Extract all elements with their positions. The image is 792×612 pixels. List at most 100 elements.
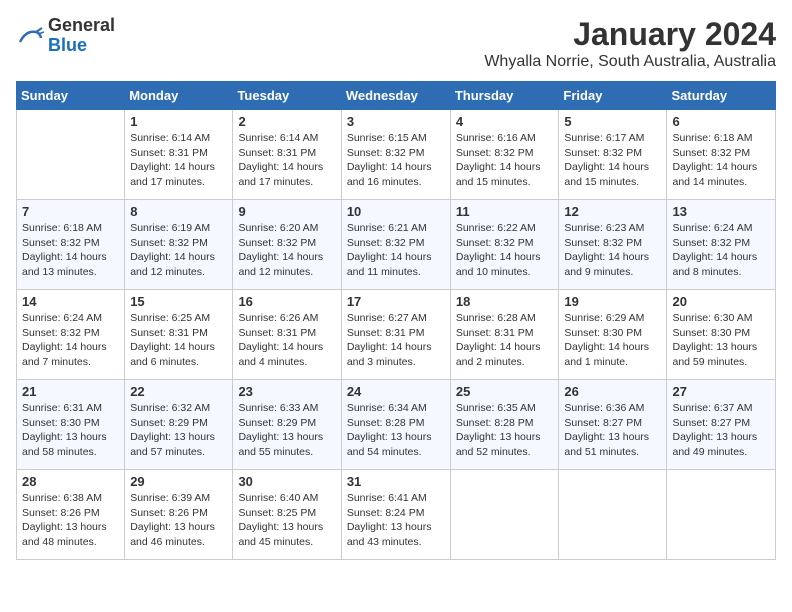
day-number: 3 bbox=[347, 114, 445, 129]
header-cell-saturday: Saturday bbox=[667, 82, 776, 110]
day-number: 10 bbox=[347, 204, 445, 219]
day-number: 22 bbox=[130, 384, 227, 399]
logo-blue: Blue bbox=[48, 36, 115, 56]
day-number: 23 bbox=[238, 384, 335, 399]
day-number: 14 bbox=[22, 294, 119, 309]
day-number: 24 bbox=[347, 384, 445, 399]
day-info: Sunrise: 6:15 AMSunset: 8:32 PMDaylight:… bbox=[347, 131, 445, 190]
day-info: Sunrise: 6:18 AMSunset: 8:32 PMDaylight:… bbox=[22, 221, 119, 280]
header-row: SundayMondayTuesdayWednesdayThursdayFrid… bbox=[17, 82, 776, 110]
day-info: Sunrise: 6:36 AMSunset: 8:27 PMDaylight:… bbox=[564, 401, 661, 460]
month-title: January 2024 bbox=[484, 16, 776, 53]
day-cell: 25Sunrise: 6:35 AMSunset: 8:28 PMDayligh… bbox=[450, 380, 559, 470]
day-info: Sunrise: 6:30 AMSunset: 8:30 PMDaylight:… bbox=[672, 311, 770, 370]
header-cell-thursday: Thursday bbox=[450, 82, 559, 110]
day-cell: 9Sunrise: 6:20 AMSunset: 8:32 PMDaylight… bbox=[233, 200, 341, 290]
header-cell-friday: Friday bbox=[559, 82, 667, 110]
day-cell bbox=[17, 110, 125, 200]
header: General Blue January 2024 Whyalla Norrie… bbox=[16, 16, 776, 71]
day-number: 9 bbox=[238, 204, 335, 219]
day-cell: 2 Sunrise: 6:14 AMSunset: 8:31 PMDaylight… bbox=[233, 110, 341, 200]
location-title: Whyalla Norrie, South Australia, Austral… bbox=[484, 53, 776, 71]
day-info: Sunrise: 6:32 AMSunset: 8:29 PMDaylight:… bbox=[130, 401, 227, 460]
logo-text: General Blue bbox=[48, 16, 115, 56]
day-number: 18 bbox=[456, 294, 554, 309]
day-info: Sunrise: 6:17 AMSunset: 8:32 PMDaylight:… bbox=[564, 131, 661, 190]
day-info: Sunrise: 6:18 AMSunset: 8:32 PMDaylight:… bbox=[672, 131, 770, 190]
day-number: 8 bbox=[130, 204, 227, 219]
day-number: 29 bbox=[130, 474, 227, 489]
day-number: 13 bbox=[672, 204, 770, 219]
day-info: Sunrise: 6:22 AMSunset: 8:32 PMDaylight:… bbox=[456, 221, 554, 280]
day-info: Sunrise: 6:14 AMSunset: 8:31 PMDaylight:… bbox=[238, 131, 335, 190]
day-cell: 30Sunrise: 6:40 AMSunset: 8:25 PMDayligh… bbox=[233, 470, 341, 560]
day-number: 21 bbox=[22, 384, 119, 399]
day-info: Sunrise: 6:24 AMSunset: 8:32 PMDaylight:… bbox=[672, 221, 770, 280]
day-info: Sunrise: 6:31 AMSunset: 8:30 PMDaylight:… bbox=[22, 401, 119, 460]
day-number: 31 bbox=[347, 474, 445, 489]
day-cell: 15Sunrise: 6:25 AMSunset: 8:31 PMDayligh… bbox=[125, 290, 233, 380]
logo-icon bbox=[16, 22, 44, 50]
day-cell: 27 Sunrise: 6:37 AMSunset: 8:27 PMDayligh… bbox=[667, 380, 776, 470]
day-info: Sunrise: 6:26 AMSunset: 8:31 PMDaylight:… bbox=[238, 311, 335, 370]
day-number: 27 bbox=[672, 384, 770, 399]
day-cell: 1 Sunrise: 6:14 AMSunset: 8:31 PMDaylight… bbox=[125, 110, 233, 200]
logo: General Blue bbox=[16, 16, 115, 56]
week-row-4: 21 Sunrise: 6:31 AMSunset: 8:30 PMDayligh… bbox=[17, 380, 776, 470]
day-cell: 24Sunrise: 6:34 AMSunset: 8:28 PMDayligh… bbox=[341, 380, 450, 470]
day-info: Sunrise: 6:29 AMSunset: 8:30 PMDaylight:… bbox=[564, 311, 661, 370]
day-number: 5 bbox=[564, 114, 661, 129]
day-info: Sunrise: 6:41 AMSunset: 8:24 PMDaylight:… bbox=[347, 491, 445, 550]
day-number: 6 bbox=[672, 114, 770, 129]
day-cell bbox=[559, 470, 667, 560]
day-info: Sunrise: 6:28 AMSunset: 8:31 PMDaylight:… bbox=[456, 311, 554, 370]
day-number: 28 bbox=[22, 474, 119, 489]
header-cell-tuesday: Tuesday bbox=[233, 82, 341, 110]
day-info: Sunrise: 6:19 AMSunset: 8:32 PMDaylight:… bbox=[130, 221, 227, 280]
day-cell: 13 Sunrise: 6:24 AMSunset: 8:32 PMDayligh… bbox=[667, 200, 776, 290]
day-number: 7 bbox=[22, 204, 119, 219]
day-info: Sunrise: 6:14 AMSunset: 8:31 PMDaylight:… bbox=[130, 131, 227, 190]
day-number: 19 bbox=[564, 294, 661, 309]
week-row-1: 1 Sunrise: 6:14 AMSunset: 8:31 PMDaylight… bbox=[17, 110, 776, 200]
day-cell: 21 Sunrise: 6:31 AMSunset: 8:30 PMDayligh… bbox=[17, 380, 125, 470]
day-info: Sunrise: 6:37 AMSunset: 8:27 PMDaylight:… bbox=[672, 401, 770, 460]
day-number: 11 bbox=[456, 204, 554, 219]
day-info: Sunrise: 6:23 AMSunset: 8:32 PMDaylight:… bbox=[564, 221, 661, 280]
calendar-table: SundayMondayTuesdayWednesdayThursdayFrid… bbox=[16, 81, 776, 560]
day-cell: 8 Sunrise: 6:19 AMSunset: 8:32 PMDaylight… bbox=[125, 200, 233, 290]
header-cell-monday: Monday bbox=[125, 82, 233, 110]
day-number: 20 bbox=[672, 294, 770, 309]
week-row-3: 14Sunrise: 6:24 AMSunset: 8:32 PMDayligh… bbox=[17, 290, 776, 380]
week-row-2: 7 Sunrise: 6:18 AMSunset: 8:32 PMDaylight… bbox=[17, 200, 776, 290]
day-number: 25 bbox=[456, 384, 554, 399]
day-number: 12 bbox=[564, 204, 661, 219]
day-cell: 17 Sunrise: 6:27 AMSunset: 8:31 PMDayligh… bbox=[341, 290, 450, 380]
day-cell: 18 Sunrise: 6:28 AMSunset: 8:31 PMDayligh… bbox=[450, 290, 559, 380]
day-cell: 6 Sunrise: 6:18 AMSunset: 8:32 PMDaylight… bbox=[667, 110, 776, 200]
logo-general: General bbox=[48, 16, 115, 36]
day-cell: 11 Sunrise: 6:22 AMSunset: 8:32 PMDayligh… bbox=[450, 200, 559, 290]
day-info: Sunrise: 6:38 AMSunset: 8:26 PMDaylight:… bbox=[22, 491, 119, 550]
week-row-5: 28 Sunrise: 6:38 AMSunset: 8:26 PMDayligh… bbox=[17, 470, 776, 560]
day-info: Sunrise: 6:27 AMSunset: 8:31 PMDaylight:… bbox=[347, 311, 445, 370]
day-info: Sunrise: 6:25 AMSunset: 8:31 PMDaylight:… bbox=[130, 311, 227, 370]
day-cell: 7 Sunrise: 6:18 AMSunset: 8:32 PMDaylight… bbox=[17, 200, 125, 290]
day-cell: 26 Sunrise: 6:36 AMSunset: 8:27 PMDayligh… bbox=[559, 380, 667, 470]
day-number: 2 bbox=[238, 114, 335, 129]
day-cell: 23 Sunrise: 6:33 AMSunset: 8:29 PMDayligh… bbox=[233, 380, 341, 470]
day-number: 26 bbox=[564, 384, 661, 399]
day-cell: 29Sunrise: 6:39 AMSunset: 8:26 PMDayligh… bbox=[125, 470, 233, 560]
day-cell: 14Sunrise: 6:24 AMSunset: 8:32 PMDayligh… bbox=[17, 290, 125, 380]
day-number: 4 bbox=[456, 114, 554, 129]
day-number: 1 bbox=[130, 114, 227, 129]
day-cell: 22 Sunrise: 6:32 AMSunset: 8:29 PMDayligh… bbox=[125, 380, 233, 470]
day-number: 30 bbox=[238, 474, 335, 489]
day-cell: 19 Sunrise: 6:29 AMSunset: 8:30 PMDayligh… bbox=[559, 290, 667, 380]
day-cell: 16Sunrise: 6:26 AMSunset: 8:31 PMDayligh… bbox=[233, 290, 341, 380]
title-area: January 2024 Whyalla Norrie, South Austr… bbox=[484, 16, 776, 71]
day-cell: 20 Sunrise: 6:30 AMSunset: 8:30 PMDayligh… bbox=[667, 290, 776, 380]
day-number: 17 bbox=[347, 294, 445, 309]
day-cell bbox=[667, 470, 776, 560]
day-info: Sunrise: 6:33 AMSunset: 8:29 PMDaylight:… bbox=[238, 401, 335, 460]
